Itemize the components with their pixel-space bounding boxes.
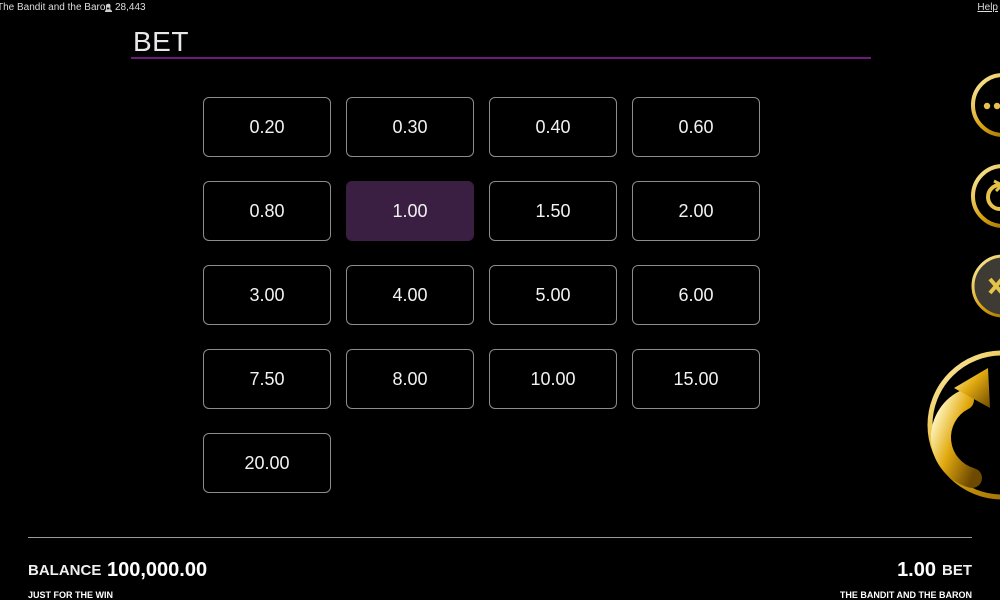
bet-option[interactable]: 7.50 [203,349,331,409]
footer-subtitle-right: THE BANDIT AND THE BARON [839,590,972,600]
footer-subtitle-left: JUST FOR THE WIN [28,590,113,600]
bet-option[interactable]: 15.00 [632,349,760,409]
autoplay-button[interactable] [970,163,1000,229]
current-bet-label: BET [942,562,972,579]
bet-option[interactable]: 10.00 [489,349,617,409]
bet-option[interactable]: 1.50 [489,181,617,241]
bet-option[interactable]: 0.30 [346,97,474,157]
bet-option[interactable]: 2.00 [632,181,760,241]
bet-options-grid: 0.20 0.30 0.40 0.60 0.80 1.00 1.50 2.00 … [0,0,1000,600]
close-button[interactable] [970,253,1000,319]
bet-option[interactable]: 3.00 [203,265,331,325]
footer-divider [28,537,972,538]
bet-option[interactable]: 4.00 [346,265,474,325]
spin-button[interactable] [892,350,1000,500]
balance-value: 100,000.00 [107,559,208,581]
bet-option[interactable]: 0.80 [203,181,331,241]
bet-option-selected[interactable]: 1.00 [346,181,474,241]
bet-option[interactable]: 6.00 [632,265,760,325]
balance-label: BALANCE [28,562,102,579]
bet-option[interactable]: 0.60 [632,97,760,157]
bet-option[interactable]: 8.00 [346,349,474,409]
current-bet-value: 1.00 [897,559,936,581]
bet-option[interactable]: 0.20 [203,97,331,157]
menu-button[interactable] [970,72,1000,138]
bet-option[interactable]: 5.00 [489,265,617,325]
bet-option[interactable]: 0.40 [489,97,617,157]
bet-option[interactable]: 20.00 [203,433,331,493]
